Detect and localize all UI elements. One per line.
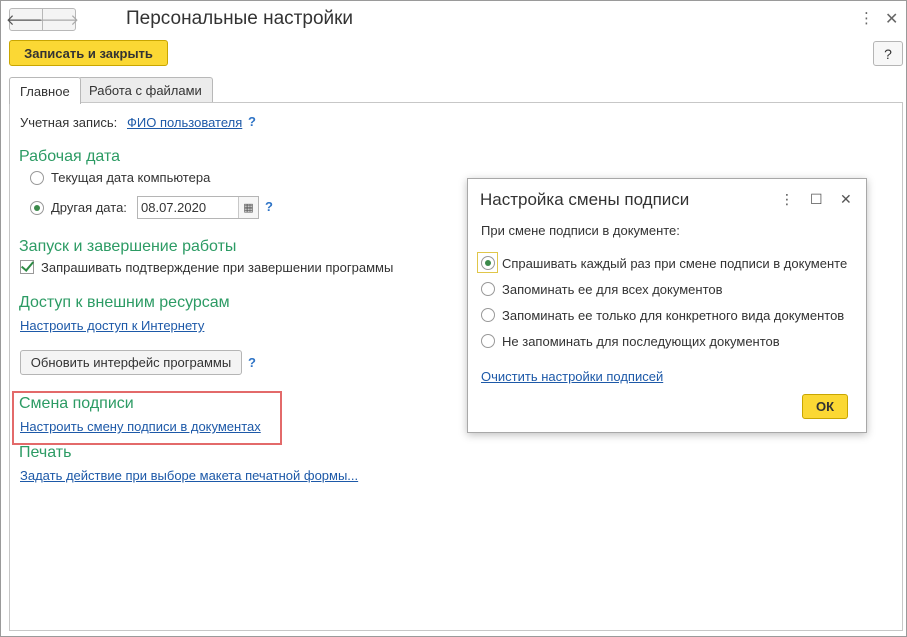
confirm-exit-label: Запрашивать подтверждение при завершении…: [41, 260, 394, 275]
update-interface-button[interactable]: Обновить интерфейс программы: [20, 350, 242, 375]
print-action-link[interactable]: Задать действие при выборе макета печатн…: [20, 468, 358, 483]
work-date-help-icon[interactable]: ?: [265, 199, 273, 214]
signature-heading: Смена подписи: [19, 395, 134, 412]
dialog-radio-remember-all[interactable]: [481, 282, 495, 296]
date-field-value: 08.07.2020: [141, 200, 207, 215]
dialog-option-label: Спрашивать каждый раз при смене подписи …: [502, 256, 848, 271]
dialog-option-label: Запоминать ее только для конкретного вид…: [502, 308, 845, 323]
forward-button[interactable]: 🡒: [38, 8, 80, 31]
account-label: Учетная запись:: [20, 115, 118, 130]
confirm-exit-checkbox[interactable]: [20, 260, 34, 274]
external-resources-heading: Доступ к внешним ресурсам: [19, 294, 230, 311]
update-help-icon[interactable]: ?: [248, 355, 256, 370]
ok-button[interactable]: ОК: [802, 394, 848, 419]
back-button[interactable]: 🡐: [6, 8, 46, 31]
tab-main[interactable]: Главное: [9, 77, 81, 104]
radio-other-date[interactable]: [30, 201, 44, 215]
save-and-close-button[interactable]: Записать и закрыть: [9, 40, 168, 66]
signature-change-dialog: Настройка смены подписи ⋮ ☐ ✕ При смене …: [467, 178, 867, 433]
radio-computer-date-label: Текущая дата компьютера: [51, 170, 211, 185]
personal-settings-window: 🡐 🡒 Персональные настройки ⋮ ✕ Записать …: [0, 0, 907, 637]
internet-access-link[interactable]: Настроить доступ к Интернету: [20, 318, 204, 333]
arrow-right-icon: 🡒: [38, 12, 80, 29]
tab-files[interactable]: Работа с файлами: [78, 77, 213, 103]
startup-heading: Запуск и завершение работы: [19, 238, 237, 255]
dialog-maximize-icon[interactable]: ☐: [810, 191, 823, 208]
dialog-prompt: При смене подписи в документе:: [481, 223, 680, 238]
radio-other-date-label: Другая дата:: [51, 200, 127, 215]
print-heading: Печать: [19, 444, 72, 461]
dialog-more-icon[interactable]: ⋮: [780, 191, 794, 208]
dialog-radio-remember-type[interactable]: [481, 308, 495, 322]
signature-settings-link[interactable]: Настроить смену подписи в документах: [20, 419, 261, 434]
account-user-link[interactable]: ФИО пользователя: [127, 115, 242, 130]
help-button[interactable]: ?: [873, 41, 903, 66]
close-icon[interactable]: ✕: [885, 9, 898, 29]
more-actions-icon[interactable]: ⋮: [859, 9, 874, 27]
clear-signature-settings-link[interactable]: Очистить настройки подписей: [481, 369, 663, 384]
window-title: Персональные настройки: [126, 8, 354, 29]
radio-computer-date[interactable]: [30, 171, 44, 185]
dialog-option-label: Не запоминать для последующих документов: [502, 334, 780, 349]
calendar-icon[interactable]: ▦: [238, 197, 258, 218]
date-field[interactable]: 08.07.2020 ▦: [137, 196, 259, 219]
dialog-title: Настройка смены подписи: [480, 190, 690, 209]
dialog-radio-do-not-remember[interactable]: [481, 334, 495, 348]
dialog-option-label: Запоминать ее для всех документов: [502, 282, 723, 297]
dialog-close-icon[interactable]: ✕: [840, 191, 852, 208]
work-date-heading: Рабочая дата: [19, 148, 121, 165]
account-help-icon[interactable]: ?: [248, 114, 256, 129]
dialog-radio-ask-each-time[interactable]: [481, 256, 495, 270]
